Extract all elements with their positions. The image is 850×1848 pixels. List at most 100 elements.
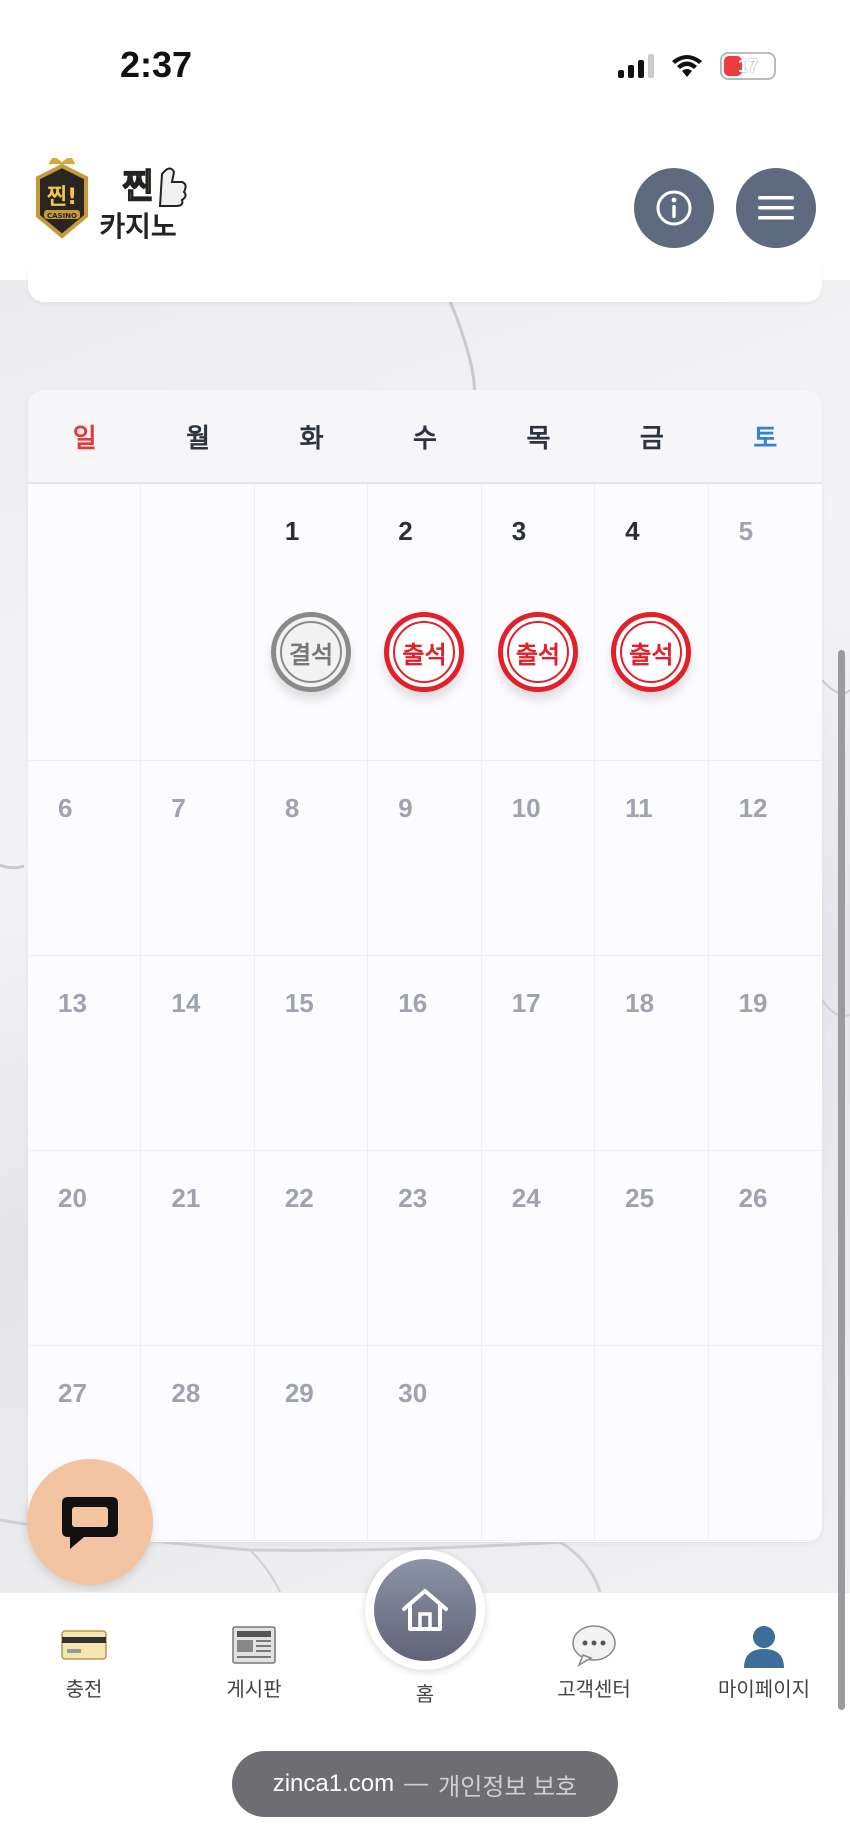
- weekday-mon: 월: [186, 422, 211, 453]
- attendance-stamp-present: 출석: [611, 612, 692, 692]
- calendar-day[interactable]: 29: [254, 1346, 369, 1541]
- status-time: 2:37: [120, 44, 193, 85]
- home-icon: [402, 1589, 448, 1631]
- calendar-day[interactable]: 7: [141, 761, 255, 956]
- calendar-day[interactable]: 8: [254, 761, 369, 956]
- nav-item-support[interactable]: 고객센터: [524, 1623, 664, 1702]
- calendar-day[interactable]: 15: [254, 956, 369, 1151]
- svg-text:찐: 찐: [122, 167, 153, 207]
- calendar-day[interactable]: 22: [254, 1151, 369, 1346]
- calendar-day[interactable]: 19: [708, 956, 822, 1151]
- calendar-day[interactable]: 2 출석: [368, 484, 482, 761]
- day-number: 18: [625, 988, 655, 1018]
- day-number: 9: [398, 793, 413, 823]
- calendar-day[interactable]: 1 결석: [254, 484, 369, 761]
- calendar-day[interactable]: 5: [708, 484, 822, 761]
- svg-text:찐!: 찐!: [47, 185, 77, 210]
- calendar-day[interactable]: 30: [368, 1346, 482, 1541]
- nav-item-charge[interactable]: 충전: [14, 1623, 154, 1702]
- day-number: 2: [398, 516, 413, 546]
- calendar-day: [481, 1346, 596, 1541]
- day-number: 5: [738, 516, 754, 546]
- url-domain: zinca1.com: [272, 1770, 395, 1797]
- previous-card-bottom: [28, 262, 822, 302]
- day-number: 30: [398, 1378, 428, 1408]
- weekday-fri: 금: [639, 422, 664, 453]
- day-number: 23: [398, 1183, 428, 1213]
- calendar-day[interactable]: 12: [708, 761, 822, 956]
- calendar-day[interactable]: 25: [595, 1151, 709, 1346]
- calendar-day[interactable]: 17: [481, 956, 596, 1151]
- calendar-day: [141, 484, 255, 761]
- info-button[interactable]: [634, 168, 714, 248]
- calendar-day[interactable]: 10: [481, 761, 596, 956]
- casino-logo[interactable]: 찐! CASINO 찐 카지노: [32, 155, 208, 246]
- nav-item-board[interactable]: 게시판: [184, 1623, 324, 1702]
- attendance-stamp-present: 출석: [384, 612, 465, 692]
- day-number: 12: [738, 793, 768, 823]
- calendar-day[interactable]: 23: [368, 1151, 482, 1346]
- battery-icon: 17: [720, 52, 776, 80]
- calendar-day[interactable]: 6: [28, 761, 142, 956]
- url-privacy-label: 개인정보 보호: [438, 1773, 578, 1801]
- day-number: 13: [58, 988, 87, 1018]
- speech-bubble-icon: [570, 1623, 618, 1667]
- app-header: 찐! CASINO 찐 카지노: [0, 120, 850, 280]
- day-number: 11: [625, 793, 653, 823]
- day-number: 20: [58, 1183, 87, 1213]
- calendar-day[interactable]: 20: [28, 1151, 142, 1346]
- calendar-day[interactable]: 21: [141, 1151, 255, 1346]
- day-number: 16: [398, 988, 428, 1018]
- calendar-day[interactable]: 28: [141, 1346, 255, 1541]
- cellular-signal-icon: [618, 54, 654, 78]
- day-number: 24: [511, 1183, 541, 1213]
- credit-card-icon: [60, 1623, 108, 1667]
- user-icon: [740, 1623, 788, 1668]
- weekday-tue: 화: [299, 422, 324, 453]
- hamburger-menu-icon: [758, 196, 794, 220]
- weekday-sun: 일: [72, 422, 97, 453]
- calendar-day: [28, 484, 142, 761]
- calendar-day[interactable]: 14: [141, 956, 255, 1151]
- live-chat-button[interactable]: [27, 1459, 153, 1585]
- weekday-sat: 토: [753, 422, 778, 453]
- day-number: 26: [738, 1183, 768, 1213]
- calendar-day[interactable]: 26: [708, 1151, 822, 1346]
- day-number: 10: [511, 793, 541, 823]
- attendance-stamp-present: 출석: [497, 612, 578, 692]
- day-number: 29: [284, 1378, 314, 1408]
- calendar-day[interactable]: 16: [368, 956, 482, 1151]
- scrollbar[interactable]: [838, 650, 845, 1710]
- menu-button[interactable]: [736, 168, 816, 248]
- day-number: 17: [511, 988, 541, 1018]
- nav-label-board: 게시판: [226, 1679, 282, 1701]
- attendance-stamp-absent: 결석: [271, 612, 352, 692]
- svg-text:카지노: 카지노: [99, 210, 176, 243]
- day-number: 1: [284, 516, 300, 546]
- attendance-calendar: 일 월 화 수 목 금 토 1 결석 2 출석 3 출석 4 출석 5 6 7 8 9 10 11 12 13 1…: [28, 390, 822, 1542]
- home-button-inner: [374, 1559, 476, 1661]
- nav-label-support: 고객센터: [557, 1679, 631, 1701]
- battery-level: 17: [737, 55, 759, 76]
- nav-item-mypage[interactable]: 마이페이지: [694, 1623, 834, 1702]
- calendar-day[interactable]: 24: [481, 1151, 596, 1346]
- day-number: 19: [738, 988, 768, 1018]
- calendar-day: [595, 1346, 709, 1541]
- calendar-day[interactable]: 9: [368, 761, 482, 956]
- info-icon: [656, 190, 692, 226]
- day-number: 22: [284, 1183, 314, 1213]
- calendar-day[interactable]: 3 출석: [481, 484, 596, 761]
- status-bar: 2:37 17: [0, 0, 850, 120]
- weekday-wed: 수: [413, 422, 437, 453]
- calendar-day[interactable]: 11: [595, 761, 709, 956]
- day-number: 21: [171, 1183, 201, 1213]
- weekday-thu: 목: [526, 422, 551, 453]
- browser-url-bar[interactable]: zinca1.com — 개인정보 보호: [232, 1751, 618, 1817]
- calendar-grid: 1 결석 2 출석 3 출석 4 출석 5 6 7 8 9 10 11 12 13 14 15 16 17 18 19 20 2…: [28, 484, 822, 1541]
- svg-text:CASINO: CASINO: [47, 212, 77, 220]
- calendar-day[interactable]: 4 출석: [595, 484, 709, 761]
- calendar-day[interactable]: 18: [595, 956, 709, 1151]
- day-number: 8: [284, 793, 300, 823]
- home-button[interactable]: [365, 1550, 485, 1670]
- calendar-day[interactable]: 13: [28, 956, 142, 1151]
